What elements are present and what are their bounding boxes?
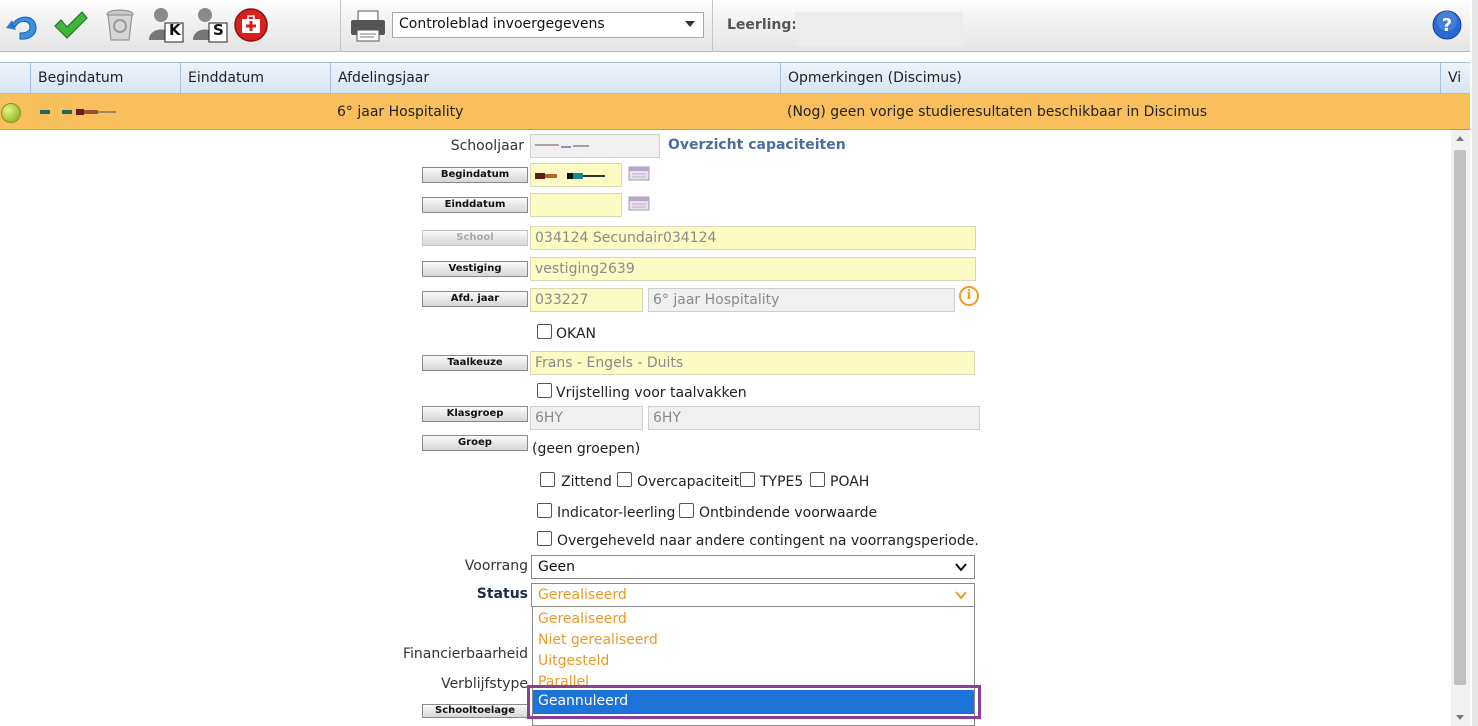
calendar-icon[interactable] [628, 196, 650, 211]
status-select[interactable]: Gerealiseerd [531, 583, 975, 607]
grid-header-einddatum[interactable]: Einddatum [180, 63, 330, 93]
report-select-value: Controleblad invoergegevens [399, 16, 605, 32]
vrijstelling-label: Vrijstelling voor taalvakken [556, 385, 747, 401]
afd-jaar-button[interactable]: Afd. jaar [422, 291, 528, 307]
info-icon[interactable]: i [959, 286, 979, 306]
highlight-annotation [527, 685, 981, 719]
grid-header-begindatum[interactable]: Begindatum [30, 63, 180, 93]
okan-checkbox[interactable] [537, 324, 552, 339]
grid-header-vi[interactable]: Vi [1440, 63, 1470, 93]
schooljaar-field[interactable] [530, 134, 660, 158]
vrijstelling-checkbox[interactable] [537, 383, 552, 398]
schooljaar-label: Schooljaar [450, 138, 524, 154]
school-button: School [422, 230, 528, 246]
opmerkingen-cell: (Nog) geen vorige studieresultaten besch… [787, 104, 1208, 120]
afdelingsjaar-cell: 6° jaar Hospitality [337, 104, 464, 120]
overgeheveld-label: Overgeheveld naar andere contingent na v… [557, 533, 979, 549]
ontbindende-checkbox[interactable] [679, 503, 694, 518]
table-row[interactable]: 6° jaar Hospitality (Nog) geen vorige st… [0, 94, 1470, 130]
help-glyph: ? [1442, 15, 1452, 36]
status-option[interactable]: Niet gerealiseerd [538, 632, 658, 648]
status-option[interactable]: Gerealiseerd [538, 611, 627, 627]
type5-checkbox[interactable] [740, 472, 755, 487]
grid-header: Begindatum Einddatum Afdelingsjaar Opmer… [0, 62, 1470, 94]
voorrang-select[interactable]: Geen [531, 555, 975, 579]
help-icon[interactable]: ? [1432, 10, 1462, 40]
grid-header-afdelingsjaar[interactable]: Afdelingsjaar [330, 63, 780, 93]
financierbaarheid-label: Financierbaarheid [402, 646, 528, 662]
first-aid-icon[interactable] [233, 6, 269, 44]
overcapaciteit-checkbox[interactable] [617, 472, 632, 487]
begindatum-cell [40, 109, 116, 115]
status-select-value: Gerealiseerd [538, 587, 627, 603]
grid-header-status [0, 63, 30, 93]
vestiging-button[interactable]: Vestiging [422, 261, 528, 277]
voorrang-label: Voorrang [464, 558, 528, 574]
zittend-label: Zittend [561, 474, 612, 490]
leerling-value [795, 12, 963, 46]
begindatum-button[interactable]: Begindatum [422, 167, 528, 183]
afd-jaar-code-field: 033227 [530, 288, 643, 312]
poah-checkbox[interactable] [810, 472, 825, 487]
chevron-down-icon [955, 591, 967, 600]
chevron-down-icon [685, 21, 695, 27]
chevron-down-icon [955, 563, 967, 572]
indicator-checkbox[interactable] [537, 503, 552, 518]
einddatum-button[interactable]: Einddatum [422, 197, 528, 213]
poah-label: POAH [830, 474, 870, 490]
vertical-scrollbar[interactable] [1451, 130, 1470, 726]
status-option[interactable]: Uitgesteld [538, 653, 609, 669]
groep-button[interactable]: Groep [422, 435, 528, 451]
scrollbar-thumb[interactable] [1454, 150, 1466, 685]
schooltoelage-button[interactable]: Schooltoelage [422, 704, 528, 718]
overgeheveld-checkbox[interactable] [537, 531, 552, 546]
user-k-letter: K [169, 21, 181, 39]
scroll-up-icon[interactable] [1456, 136, 1464, 141]
vestiging-field: vestiging2639 [530, 257, 976, 281]
report-select[interactable]: Controleblad invoergegevens [392, 12, 704, 38]
einddatum-field[interactable] [530, 193, 622, 217]
afd-jaar-name-field: 6° jaar Hospitality [648, 288, 955, 312]
groep-value: (geen groepen) [532, 441, 641, 457]
user-s-letter: S [213, 21, 224, 39]
zittend-checkbox[interactable] [540, 472, 555, 487]
overzicht-capaciteiten-link[interactable]: Overzicht capaciteiten [668, 137, 846, 153]
verblijfstype-label: Verblijfstype [441, 676, 528, 692]
klasgroep-code-field: 6HY [530, 406, 643, 430]
voorrang-select-value: Geen [538, 559, 575, 575]
overcapaciteit-label: Overcapaciteit [637, 474, 740, 490]
leerling-label: Leerling: [727, 17, 797, 33]
klasgroep-button[interactable]: Klasgroep [422, 406, 528, 422]
taalkeuze-button[interactable]: Taalkeuze [422, 355, 528, 371]
status-dot-icon [1, 103, 21, 123]
checkmark-icon[interactable] [52, 6, 88, 44]
grid-header-opmerkingen[interactable]: Opmerkingen (Discimus) [780, 63, 1440, 93]
ontbindende-label: Ontbindende voorwaarde [699, 505, 878, 521]
school-field: 034124 Secundair034124 [530, 226, 976, 250]
scroll-down-icon[interactable] [1456, 715, 1464, 720]
type5-label: TYPE5 [760, 474, 804, 490]
toolbar: K S Controleblad invoergegevens Leerling… [0, 0, 1470, 52]
okan-label: OKAN [556, 326, 597, 342]
calendar-icon[interactable] [628, 166, 650, 181]
indicator-label: Indicator-leerling [557, 505, 676, 521]
trash-icon[interactable] [102, 6, 138, 44]
taalkeuze-field: Frans - Engels - Duits [530, 351, 975, 375]
klasgroep-name-field: 6HY [648, 406, 980, 430]
begindatum-field[interactable] [530, 163, 622, 187]
outer-scrollbar[interactable] [1472, 0, 1478, 726]
undo-icon[interactable] [4, 6, 40, 44]
status-label: Status [476, 586, 528, 602]
printer-icon[interactable] [348, 8, 388, 44]
